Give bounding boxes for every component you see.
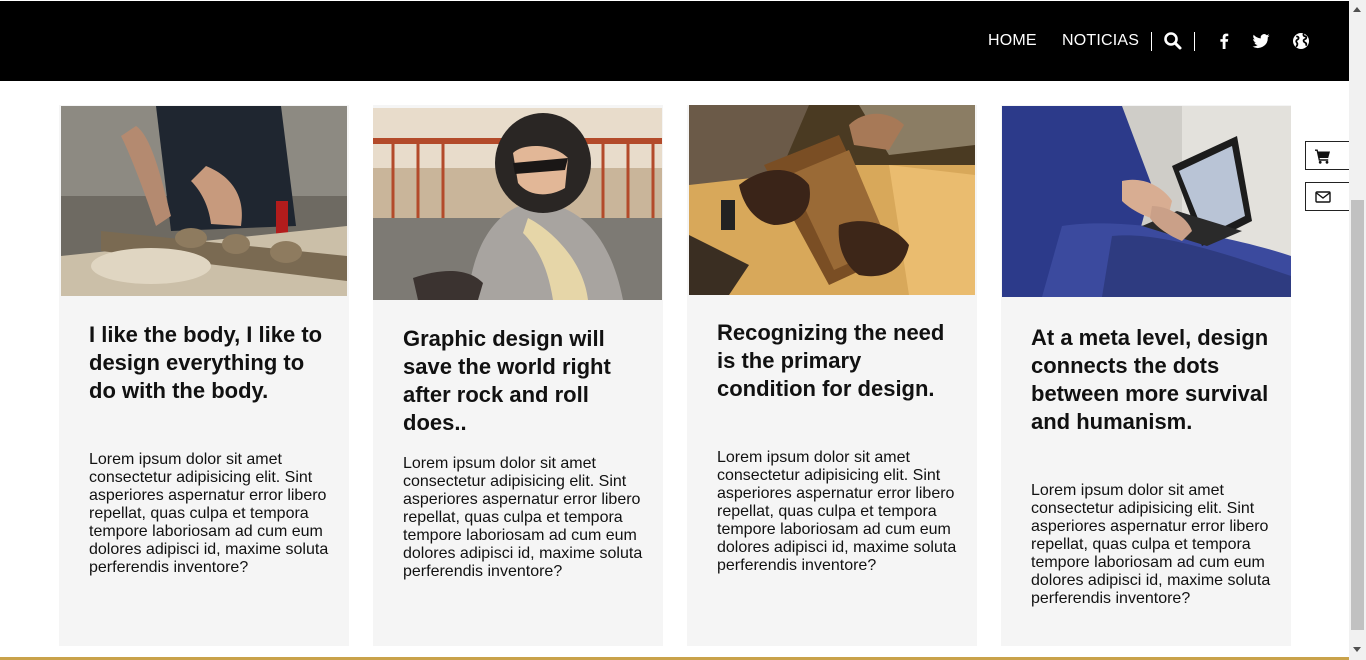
contact-button[interactable]	[1305, 182, 1351, 211]
envelope-icon	[1315, 191, 1331, 203]
scroll-up-arrow[interactable]	[1353, 7, 1361, 12]
nav-noticias-link[interactable]: NOTICIAS	[1062, 32, 1139, 50]
card-excerpt: Lorem ipsum dolor sit amet consectetur a…	[403, 455, 643, 580]
card-title[interactable]: At a meta level, design connects the dot…	[1031, 324, 1271, 436]
article-card[interactable]: Recognizing the need is the primary cond…	[687, 105, 977, 646]
cart-button[interactable]	[1305, 141, 1351, 170]
laptop-on-lap-photo	[1002, 106, 1291, 297]
cart-icon	[1315, 149, 1330, 164]
card-excerpt: Lorem ipsum dolor sit amet consectetur a…	[89, 451, 329, 576]
card-title[interactable]: Graphic design will save the world right…	[403, 325, 643, 437]
search-icon[interactable]	[1163, 31, 1183, 51]
woodworker-carving-photo	[61, 106, 347, 296]
article-card[interactable]: At a meta level, design connects the dot…	[1001, 105, 1291, 646]
card-title[interactable]: I like the body, I like to design everyt…	[89, 321, 329, 405]
globe-icon[interactable]	[1291, 31, 1311, 51]
article-card[interactable]: Graphic design will save the world right…	[373, 105, 663, 646]
nav-divider	[1151, 32, 1152, 51]
nav-divider	[1194, 32, 1195, 51]
scroll-down-arrow[interactable]	[1353, 647, 1361, 652]
scrollbar-thumb[interactable]	[1351, 200, 1364, 630]
leather-craft-hands-photo	[689, 105, 975, 295]
motorcycle-helmet-rider-photo	[373, 108, 662, 300]
top-navbar: HOME NOTICIAS	[0, 1, 1349, 81]
facebook-icon[interactable]	[1214, 31, 1234, 51]
article-card[interactable]: I like the body, I like to design everyt…	[59, 105, 349, 646]
nav-home-link[interactable]: HOME	[988, 32, 1037, 50]
card-excerpt: Lorem ipsum dolor sit amet consectetur a…	[1031, 482, 1271, 607]
card-title[interactable]: Recognizing the need is the primary cond…	[717, 319, 957, 403]
card-excerpt: Lorem ipsum dolor sit amet consectetur a…	[717, 449, 957, 574]
twitter-icon[interactable]	[1251, 31, 1271, 51]
